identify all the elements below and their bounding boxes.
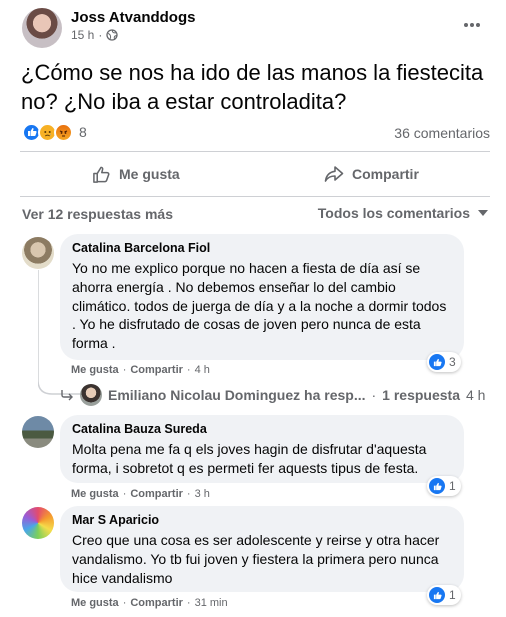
separator: · — [122, 597, 127, 609]
share-button[interactable]: Compartir — [324, 158, 419, 190]
thumbs-up-icon — [93, 166, 110, 183]
comment-share-link[interactable]: Compartir — [130, 364, 183, 376]
like-reaction-icon — [429, 587, 445, 603]
post-text: ¿Cómo se nos ha ido de las manos la fies… — [21, 60, 484, 114]
more-options-button[interactable] — [460, 13, 484, 37]
commenter-avatar[interactable] — [22, 507, 54, 539]
comment-text: Yo no me explico porque no hacen a fiest… — [72, 260, 447, 352]
separator: · — [186, 597, 191, 609]
divider — [20, 196, 490, 197]
comment-like-link[interactable]: Me gusta — [71, 597, 119, 609]
reply-avatar — [80, 384, 102, 406]
reply-arrow-icon — [61, 390, 73, 401]
comment-time[interactable]: 3 h — [195, 488, 210, 500]
commenter-name[interactable]: Mar S Aparicio — [72, 513, 452, 527]
divider — [20, 151, 490, 152]
caret-down-icon — [478, 210, 488, 216]
author-name[interactable]: Joss Atvanddogs — [71, 9, 195, 26]
comment-bubble: Catalina Barcelona Fiol Yo no me explico… — [60, 234, 464, 360]
like-label: Me gusta — [119, 166, 180, 182]
comment-like-link[interactable]: Me gusta — [71, 488, 119, 500]
separator: · — [122, 364, 127, 376]
author-avatar[interactable] — [22, 8, 62, 48]
thread-line — [38, 270, 82, 395]
comment-share-link[interactable]: Compartir — [130, 597, 183, 609]
like-button[interactable]: Me gusta — [92, 158, 180, 190]
reaction-count: 1 — [449, 479, 456, 493]
share-icon — [324, 166, 344, 182]
commenter-name[interactable]: Catalina Bauza Sureda — [72, 422, 452, 436]
reply-time: 4 h — [466, 387, 486, 403]
commenter-avatar[interactable] — [22, 237, 54, 269]
reaction-count: 3 — [449, 355, 456, 369]
reply-preview[interactable]: Emiliano Nicolau Dominguez ha resp... · … — [60, 384, 485, 406]
view-more-replies[interactable]: Ver 12 respuestas más — [22, 206, 173, 222]
reaction-count: 1 — [449, 588, 456, 602]
comment-reactions-badge[interactable]: 1 — [427, 476, 461, 496]
angry-reaction-icon — [54, 122, 73, 142]
comment-reactions-badge[interactable]: 3 — [427, 352, 461, 372]
comment-bubble: Mar S Aparicio Creo que una cosa es ser … — [60, 506, 464, 592]
comment-time[interactable]: 31 min — [195, 597, 228, 609]
comment-sort-dropdown[interactable]: Todos los comentarios — [318, 205, 488, 221]
comment-count[interactable]: 36 comentarios — [394, 125, 490, 141]
comment-share-link[interactable]: Compartir — [130, 488, 183, 500]
post-time[interactable]: 15 h — [71, 28, 94, 42]
more-dots-icon — [464, 23, 480, 27]
comment-actions: Me gusta · Compartir · 3 h — [71, 488, 210, 500]
like-reaction-icon — [429, 354, 445, 370]
separator: · — [371, 387, 377, 403]
comment-text: Molta pena me fa q els joves hagin de di… — [72, 441, 427, 476]
comment-bubble: Catalina Bauza Sureda Molta pena me fa q… — [60, 415, 464, 483]
post-meta: 15 h · — [71, 28, 119, 42]
commenter-avatar[interactable] — [22, 416, 54, 448]
reactions-summary[interactable]: 8 — [22, 122, 87, 142]
globe-icon — [106, 29, 119, 41]
commenter-name[interactable]: Catalina Barcelona Fiol — [72, 241, 452, 255]
facebook-post: Joss Atvanddogs 15 h · ¿Cómo se nos ha i… — [0, 0, 506, 617]
comment-actions: Me gusta · Compartir · 31 min — [71, 597, 228, 609]
reply-count[interactable]: 1 respuesta — [382, 387, 460, 403]
like-reaction-icon — [429, 478, 445, 494]
meta-separator: · — [98, 28, 103, 42]
share-label: Compartir — [352, 166, 419, 182]
separator: · — [186, 364, 191, 376]
separator: · — [122, 488, 127, 500]
separator: · — [186, 488, 191, 500]
comment-time[interactable]: 4 h — [195, 364, 210, 376]
reaction-count: 8 — [79, 124, 87, 140]
sort-label: Todos los comentarios — [317, 205, 470, 221]
reply-author-text[interactable]: Emiliano Nicolau Dominguez ha resp... — [108, 387, 366, 403]
comment-reactions-badge[interactable]: 1 — [427, 585, 461, 605]
comment-text: Creo que una cosa es ser adolescente y r… — [72, 532, 440, 586]
